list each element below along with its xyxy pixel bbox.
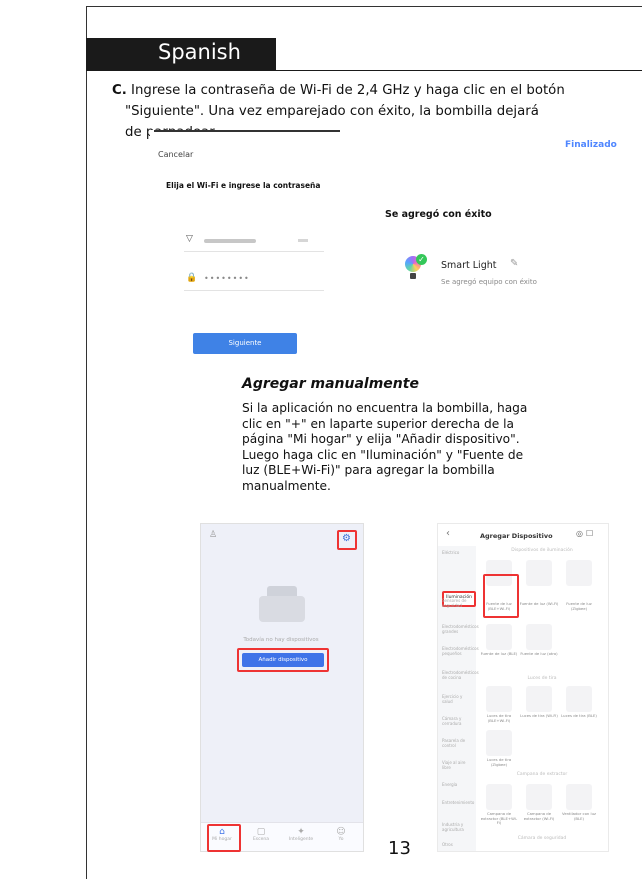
- category-item[interactable]: Energía: [442, 782, 474, 787]
- device-name: Smart Light: [441, 260, 497, 271]
- tile-label: Fuente de luz (otro): [520, 651, 558, 656]
- manual-instructions: Si la aplicación no encuentra la bombill…: [242, 401, 562, 494]
- device-tile[interactable]: [526, 624, 552, 650]
- no-devices-text: Todavía no hay dispositivos: [243, 637, 319, 643]
- category-item[interactable]: Electrodomésticos pequeños: [442, 646, 479, 656]
- success-title: Se agregó con éxito: [385, 209, 492, 220]
- next-button[interactable]: Siguiente: [193, 333, 297, 354]
- manual-title: Agregar manualmente: [242, 376, 419, 392]
- device-tile[interactable]: [566, 686, 592, 712]
- device-tile[interactable]: [486, 686, 512, 712]
- status-bar: [154, 130, 340, 132]
- add-device-screenshot: ‹ Agregar Dispositivo ◎☐ Eléctrico Ilumi…: [437, 523, 609, 852]
- manual-line: página "Mi hogar" y elija "Añadir dispos…: [242, 432, 520, 446]
- smart-bulb-icon: ✓: [404, 254, 428, 286]
- category-item[interactable]: Cámara y cerradura: [442, 716, 474, 726]
- device-tile[interactable]: [526, 560, 552, 586]
- check-icon: ✓: [416, 254, 427, 265]
- bottom-tab-bar: ⌂ Mi hogar ▢ Escena ✦ Inteligente ☺ Yo: [201, 822, 363, 852]
- bulb-base: [410, 273, 416, 279]
- divider: [184, 251, 324, 252]
- header-rule: [86, 70, 642, 71]
- tile-label: Fuente de luz (BLE+Wi-Fi): [486, 601, 512, 611]
- tab-smart-label: Inteligente: [288, 837, 314, 842]
- category-item[interactable]: Electrodomésticos de cocina: [442, 670, 479, 680]
- device-tile[interactable]: [566, 560, 592, 586]
- add-highlight[interactable]: ⚙: [337, 530, 357, 550]
- device-tile[interactable]: [526, 686, 552, 712]
- tile-label: Luces de tira (Zigbee): [486, 757, 512, 767]
- tile-label: Fuente de luz (Zigbee): [566, 601, 592, 611]
- scan-icon[interactable]: ◎☐: [576, 529, 596, 538]
- category-item[interactable]: Viaje al aire libre: [442, 760, 474, 770]
- password-value: ••••••••: [204, 274, 250, 283]
- category-sidebar: Eléctrico Iluminación Sensores de seguri…: [438, 546, 479, 851]
- tab-home-label: Mi hogar: [212, 837, 232, 842]
- section-heading: Campana de extractor: [516, 772, 568, 777]
- light-source-ble-wifi-highlight: [483, 574, 519, 618]
- tile-label: Luces de tira (BLE+Wi-Fi): [486, 713, 512, 723]
- category-item[interactable]: Electrodomésticos grandes: [442, 624, 479, 634]
- page-number: 13: [388, 838, 411, 859]
- empty-illustration-base: [259, 596, 305, 622]
- tab-scene[interactable]: ▢ Escena: [243, 827, 279, 842]
- step-letter: C.: [112, 83, 127, 98]
- device-tile[interactable]: [566, 784, 592, 810]
- edit-icon[interactable]: ✎: [510, 258, 518, 269]
- language-label: Spanish: [158, 40, 241, 64]
- wifi-network-field[interactable]: ▽: [186, 234, 316, 248]
- category-item[interactable]: Eléctrico: [442, 550, 474, 555]
- done-link[interactable]: Finalizado: [565, 140, 617, 150]
- wifi-screen-title: Elija el Wi-Fi e ingrese la contraseña: [166, 181, 321, 190]
- password-field[interactable]: 🔒 ••••••••: [186, 273, 316, 287]
- section-heading: Luces de tira: [527, 676, 557, 681]
- tab-smart[interactable]: ✦ Inteligente: [283, 827, 319, 842]
- wifi-icon: ▽: [186, 234, 193, 244]
- manual-line: luz (BLE+Wi-Fi)" para agregar la bombill…: [242, 463, 495, 477]
- wifi-change-link[interactable]: [298, 239, 308, 242]
- person-icon[interactable]: ♙: [209, 530, 217, 540]
- device-tile[interactable]: [486, 784, 512, 810]
- home-screenshot: ♙ ⚙ Todavía no hay dispositivos Añadir d…: [200, 523, 364, 852]
- tab-me-label: Yo: [338, 837, 344, 842]
- manual-line: clic en "+" en laparte superior derecha …: [242, 416, 515, 431]
- gear-icon: ⚙: [342, 533, 351, 544]
- add-device-highlight: Añadir dispositivo: [237, 648, 329, 672]
- wifi-screenshot: Cancelar Elija el Wi-Fi e ingrese la con…: [150, 130, 340, 362]
- section-heading: Cámara de seguridad: [517, 836, 567, 841]
- section-heading: Dispositivos de iluminación: [511, 548, 573, 553]
- tile-label: Ventilador con luz (BLE): [562, 811, 596, 821]
- device-status: Se agregó equipo con éxito: [441, 278, 537, 286]
- tile-label: Fuente de luz (Wi-Fi): [519, 601, 559, 606]
- wifi-name-blurred: [204, 239, 256, 243]
- tile-label: Campana de extractor (Wi-Fi): [523, 811, 555, 821]
- add-device-title: Agregar Dispositivo: [480, 532, 553, 540]
- step-c-line-1: Ingrese la contraseña de Wi-Fi de 2,4 GH…: [131, 83, 565, 98]
- category-item[interactable]: Ejercicio y salud: [442, 694, 474, 704]
- tab-scene-label: Escena: [252, 837, 270, 842]
- tile-label: Luces de tira (BLE): [561, 713, 597, 718]
- manual-line: Luego haga clic en "Iluminación" y "Fuen…: [242, 447, 524, 462]
- manual-line: manualmente.: [242, 478, 331, 493]
- back-icon[interactable]: ‹: [446, 528, 450, 539]
- cancel-link[interactable]: Cancelar: [158, 150, 193, 159]
- divider: [184, 290, 324, 291]
- tile-label: Luces de tira (Wi-Fi): [520, 713, 558, 718]
- manual-line: Si la aplicación no encuentra la bombill…: [242, 401, 528, 415]
- category-item[interactable]: Otros: [442, 842, 474, 847]
- step-c-line-2: "Siguiente". Una vez emparejado con éxit…: [125, 104, 539, 119]
- category-item[interactable]: Industria y agricultura: [442, 822, 474, 832]
- device-tile[interactable]: [486, 624, 512, 650]
- add-device-button[interactable]: Añadir dispositivo: [242, 653, 324, 667]
- category-item[interactable]: Pasarela de control: [442, 738, 474, 748]
- lock-icon: 🔒: [186, 273, 198, 283]
- category-item[interactable]: Sensores de seguridad: [442, 598, 474, 608]
- tile-label: Fuente de luz (BLE): [480, 651, 518, 656]
- device-tile[interactable]: [486, 730, 512, 756]
- tile-label: Campana de extractor (BLE+Wi-Fi): [480, 811, 518, 825]
- tab-home[interactable]: ⌂ Mi hogar: [204, 827, 240, 842]
- device-tile[interactable]: [526, 784, 552, 810]
- category-item[interactable]: Entretenimiento: [442, 800, 474, 805]
- tab-me[interactable]: ☺ Yo: [323, 827, 359, 842]
